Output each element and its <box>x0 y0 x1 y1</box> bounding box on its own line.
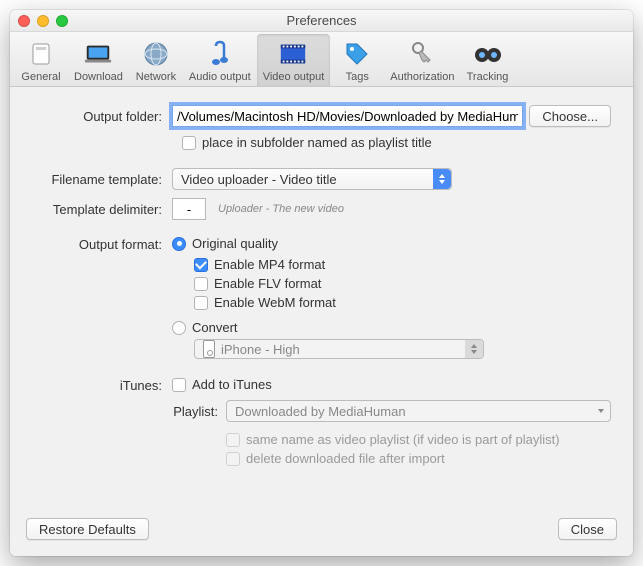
playlist-label: Playlist: <box>172 404 226 419</box>
output-folder-label: Output folder: <box>32 109 172 124</box>
checkbox-icon <box>226 452 240 466</box>
close-button[interactable]: Close <box>558 518 617 540</box>
content-area: Output folder: Choose... place in subfol… <box>10 87 633 506</box>
template-delimiter-label: Template delimiter: <box>32 202 172 217</box>
checkbox-icon <box>194 258 208 272</box>
popup-value: Video uploader - Video title <box>181 172 337 187</box>
output-folder-input[interactable] <box>172 105 523 127</box>
authorization-icon <box>407 40 437 68</box>
subfolder-checkbox[interactable]: place in subfolder named as playlist tit… <box>182 135 432 150</box>
enable-flv-checkbox[interactable]: Enable FLV format <box>194 276 611 291</box>
chevron-updown-icon <box>465 340 483 358</box>
video-output-icon <box>278 40 308 68</box>
radio-label: Convert <box>192 320 238 335</box>
checkbox-label: Enable FLV format <box>214 276 321 291</box>
original-quality-radio[interactable]: Original quality <box>172 236 611 251</box>
window-title: Preferences <box>286 13 356 28</box>
close-window-icon[interactable] <box>18 15 30 27</box>
network-icon <box>141 40 171 68</box>
checkbox-label: place in subfolder named as playlist tit… <box>202 135 432 150</box>
convert-radio[interactable]: Convert <box>172 320 611 335</box>
enable-webm-checkbox[interactable]: Enable WebM format <box>194 295 611 310</box>
checkbox-icon <box>194 277 208 291</box>
choose-folder-button[interactable]: Choose... <box>529 105 611 127</box>
tab-label: Tags <box>346 71 369 83</box>
popup-value: Downloaded by MediaHuman <box>235 404 406 419</box>
minimize-window-icon[interactable] <box>37 15 49 27</box>
output-format-label: Output format: <box>32 236 172 252</box>
iphone-icon <box>203 340 215 358</box>
checkbox-label: same name as video playlist (if video is… <box>246 432 560 447</box>
add-to-itunes-checkbox[interactable]: Add to iTunes <box>172 377 611 392</box>
tab-general[interactable]: General <box>14 34 68 86</box>
checkbox-label: Enable WebM format <box>214 295 336 310</box>
tab-label: Download <box>74 71 123 83</box>
tab-audio-output[interactable]: Audio output <box>183 34 257 86</box>
preferences-window: Preferences General Download Network Aud… <box>10 10 633 556</box>
itunes-label: iTunes: <box>32 377 172 393</box>
checkbox-label: Add to iTunes <box>192 377 272 392</box>
checkbox-icon <box>182 136 196 150</box>
checkbox-label: Enable MP4 format <box>214 257 325 272</box>
template-delimiter-input[interactable] <box>172 198 206 220</box>
tab-authorization[interactable]: Authorization <box>384 34 460 86</box>
playlist-popup[interactable]: Downloaded by MediaHuman <box>226 400 611 422</box>
filename-template-label: Filename template: <box>32 172 172 187</box>
same-name-checkbox[interactable]: same name as video playlist (if video is… <box>226 432 611 447</box>
tab-label: Authorization <box>390 71 454 83</box>
tab-tags[interactable]: Tags <box>330 34 384 86</box>
popup-value: iPhone - High <box>221 342 300 357</box>
tab-label: Audio output <box>189 71 251 83</box>
tab-label: Network <box>136 71 176 83</box>
tracking-icon <box>473 40 503 68</box>
tab-download[interactable]: Download <box>68 34 129 86</box>
tab-video-output[interactable]: Video output <box>257 34 331 86</box>
tab-network[interactable]: Network <box>129 34 183 86</box>
tags-icon <box>342 40 372 68</box>
audio-output-icon <box>205 40 235 68</box>
tab-label: Tracking <box>467 71 509 83</box>
checkbox-icon <box>226 433 240 447</box>
chevron-updown-icon <box>433 169 451 189</box>
template-hint: Uploader - The new video <box>218 203 344 215</box>
traffic-lights <box>18 15 68 27</box>
tab-label: Video output <box>263 71 325 83</box>
checkbox-label: delete downloaded file after import <box>246 451 445 466</box>
filename-template-popup[interactable]: Video uploader - Video title <box>172 168 452 190</box>
tab-tracking[interactable]: Tracking <box>461 34 515 86</box>
checkbox-icon <box>172 378 186 392</box>
download-icon <box>83 40 113 68</box>
general-icon <box>26 40 56 68</box>
zoom-window-icon[interactable] <box>56 15 68 27</box>
convert-preset-popup[interactable]: iPhone - High <box>194 339 484 359</box>
titlebar: Preferences <box>10 10 633 32</box>
footer: Restore Defaults Close <box>10 506 633 556</box>
radio-icon <box>172 237 186 251</box>
enable-mp4-checkbox[interactable]: Enable MP4 format <box>194 257 611 272</box>
tab-label: General <box>21 71 60 83</box>
chevron-down-icon <box>592 401 610 421</box>
restore-defaults-button[interactable]: Restore Defaults <box>26 518 149 540</box>
preferences-toolbar: General Download Network Audio output Vi… <box>10 32 633 87</box>
radio-icon <box>172 321 186 335</box>
delete-after-import-checkbox[interactable]: delete downloaded file after import <box>226 451 611 466</box>
radio-label: Original quality <box>192 236 278 251</box>
checkbox-icon <box>194 296 208 310</box>
